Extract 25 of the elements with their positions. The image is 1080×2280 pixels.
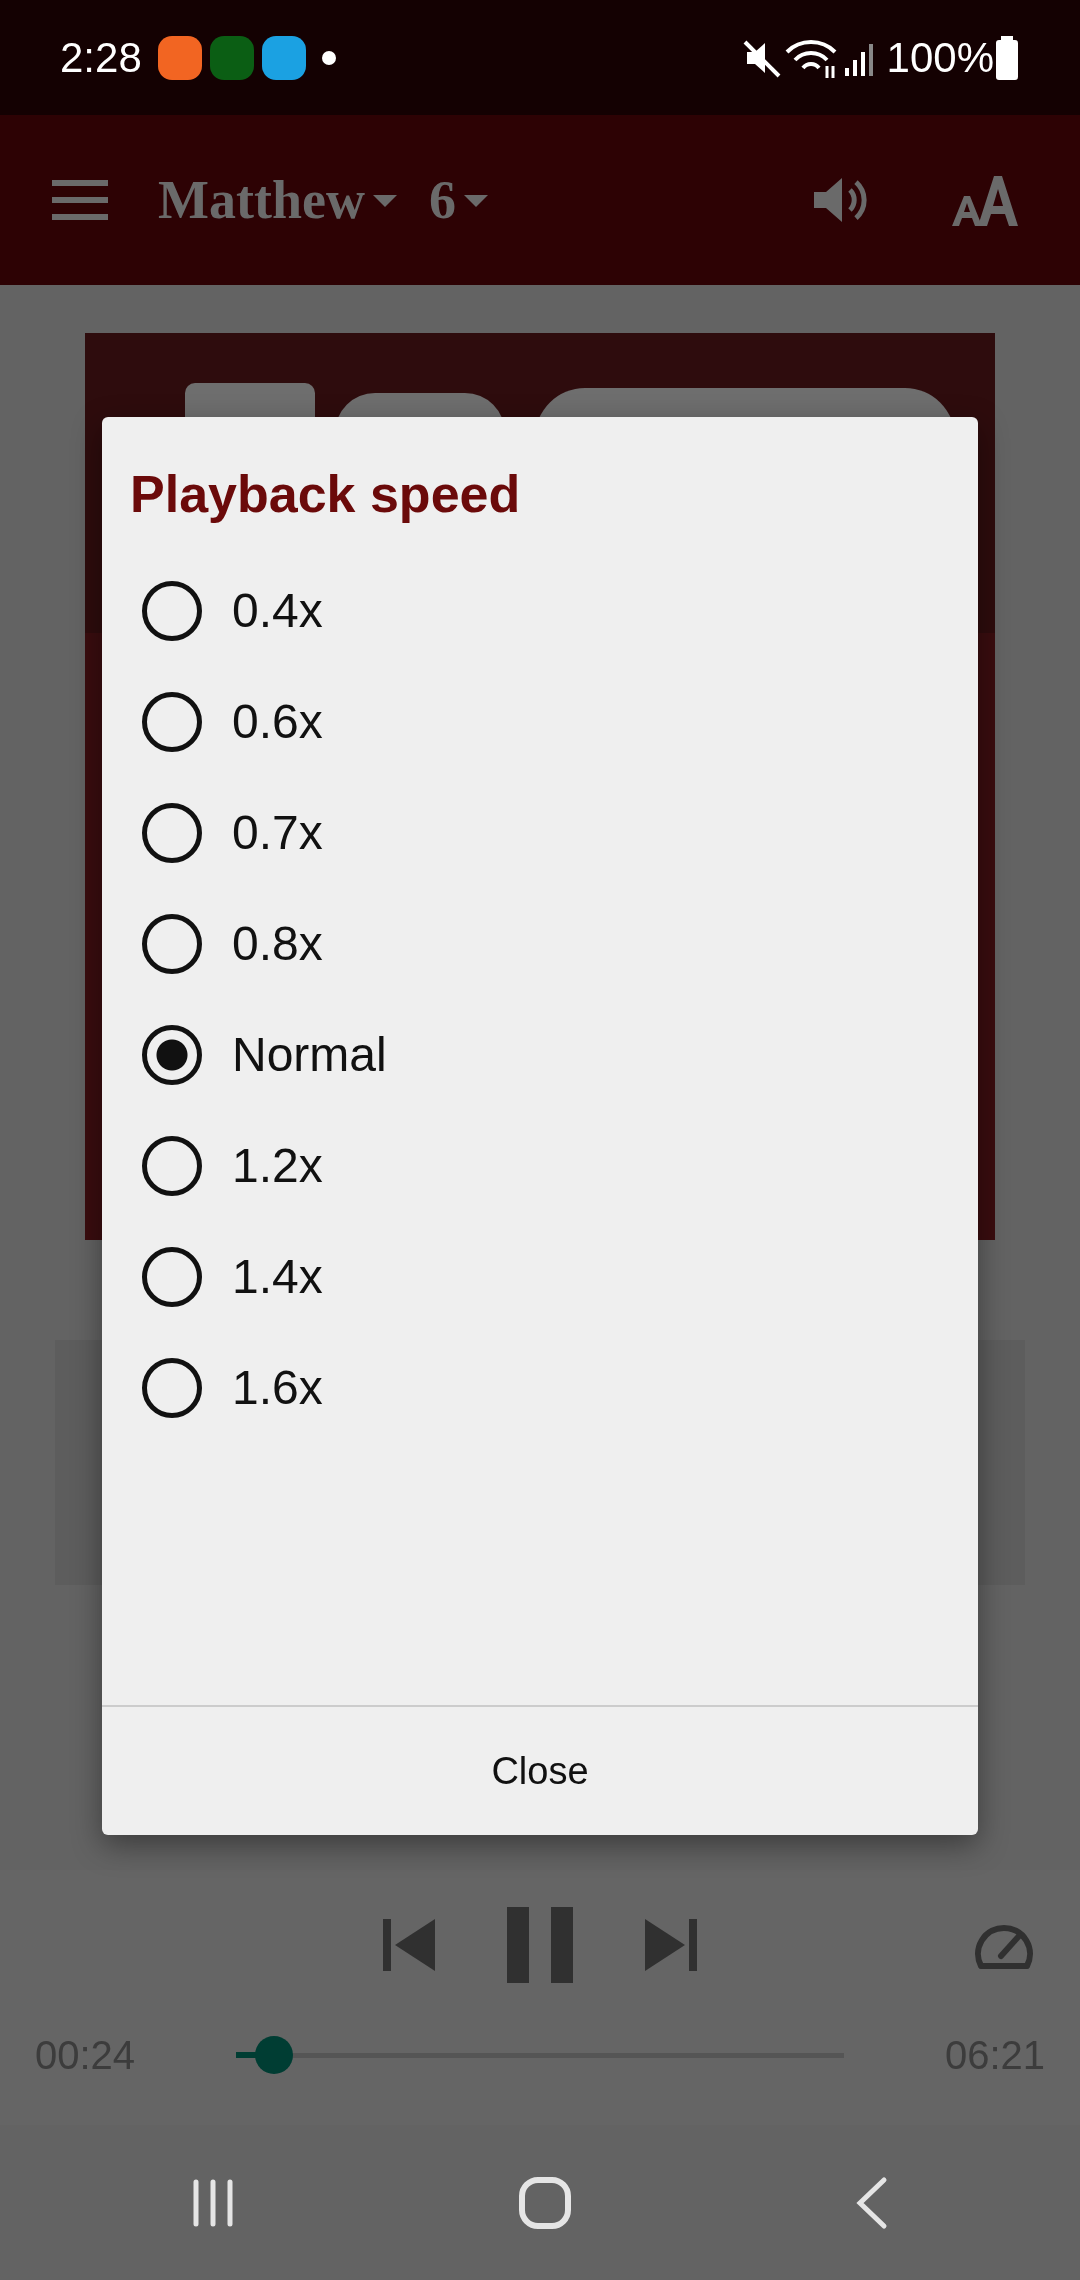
radio-button[interactable] [142, 913, 202, 974]
radio-button[interactable] [142, 691, 202, 752]
app-icon [209, 35, 254, 80]
battery-icon [994, 35, 1020, 80]
radio-option[interactable]: 0.6x [102, 666, 978, 777]
radio-button[interactable] [142, 1357, 202, 1418]
slider-thumb[interactable] [255, 2036, 294, 2074]
status-time: 2:28 [60, 33, 142, 83]
app-icon [157, 35, 202, 80]
radio-button[interactable] [142, 580, 202, 641]
home-icon[interactable] [518, 2175, 572, 2230]
dialog-title: Playback speed [130, 464, 522, 525]
battery-percent: 100% [886, 33, 994, 83]
radio-option[interactable]: 0.8x [102, 888, 978, 999]
radio-button[interactable] [142, 1135, 202, 1196]
radio-option[interactable]: 1.2x [102, 1110, 978, 1221]
radio-button[interactable] [142, 1246, 202, 1307]
radio-option[interactable]: Normal [102, 999, 978, 1110]
close-button[interactable]: Close [102, 1707, 978, 1835]
radio-option[interactable]: 0.4x [102, 555, 978, 666]
radio-button[interactable] [142, 802, 202, 863]
app-icon [261, 35, 306, 80]
radio-option[interactable]: 0.7x [102, 777, 978, 888]
radio-option[interactable]: 1.6x [102, 1332, 978, 1443]
radio-option[interactable]: 1.4x [102, 1221, 978, 1332]
